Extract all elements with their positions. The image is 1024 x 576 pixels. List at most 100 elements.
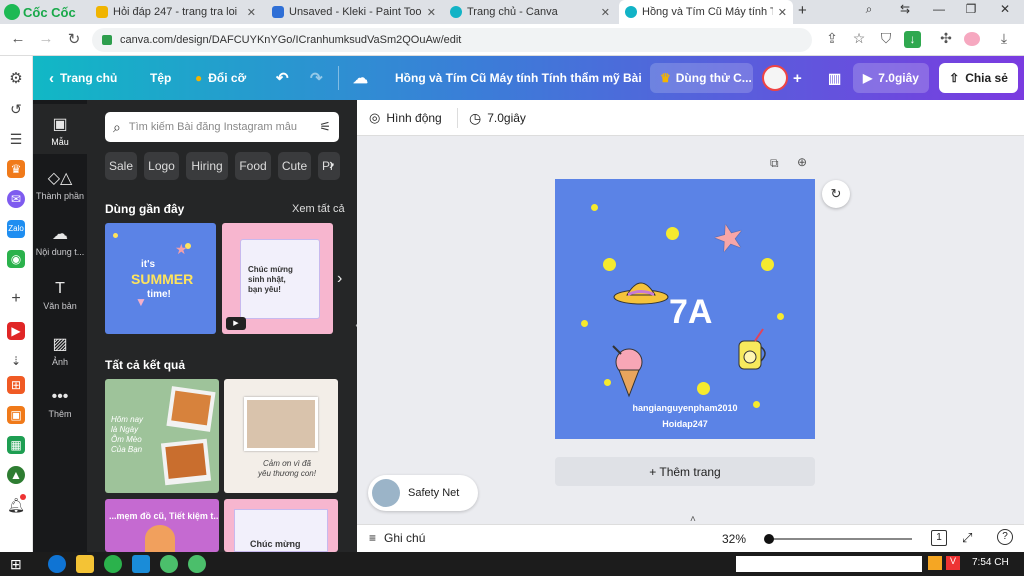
tray-vivaldi-icon[interactable]: V bbox=[946, 556, 960, 570]
chip-hiring[interactable]: Hiring bbox=[186, 152, 228, 180]
zalo-icon[interactable]: Zalo bbox=[7, 220, 25, 238]
coccoc-logo[interactable]: Cốc Cốc bbox=[4, 3, 76, 21]
design-page[interactable]: ★ 7A hangianguyenpham2010 Hoidap247 bbox=[555, 179, 815, 439]
extensions-icon[interactable]: ✣ bbox=[936, 30, 956, 47]
home-link[interactable]: ‹ Trang chủ bbox=[49, 56, 117, 100]
cloud-save-icon[interactable]: ☁ bbox=[353, 56, 368, 100]
minimize-icon[interactable]: — bbox=[926, 2, 952, 16]
avatar[interactable] bbox=[762, 65, 788, 91]
forward-icon[interactable]: → bbox=[36, 30, 56, 47]
nav-text[interactable]: T Văn bản bbox=[33, 272, 87, 322]
recent-template-summer[interactable]: it's SUMMER time! ★ ▼ bbox=[105, 223, 216, 334]
sheets-icon[interactable]: ▦ bbox=[7, 436, 25, 454]
coccoc-taskbar-icon-2[interactable] bbox=[160, 555, 178, 573]
chips-next-icon[interactable]: › bbox=[329, 156, 334, 174]
animate-button[interactable]: ◎ Hình động bbox=[369, 100, 442, 136]
app-orange-icon[interactable]: ⊞ bbox=[7, 376, 25, 394]
help-icon[interactable]: ? bbox=[997, 529, 1013, 545]
app-orange2-icon[interactable]: ▣ bbox=[7, 406, 25, 424]
fullscreen-icon[interactable]: ⤢ bbox=[962, 530, 972, 546]
chip-logo[interactable]: Logo bbox=[144, 152, 179, 180]
share-button[interactable]: ⇧ Chia sẻ bbox=[939, 63, 1018, 93]
try-pro-button[interactable]: ♛ Dùng thử C... bbox=[650, 63, 753, 93]
duplicate-page-icon[interactable]: ⧉ bbox=[770, 156, 779, 171]
author-text[interactable]: hangianguyenpham2010 bbox=[555, 403, 815, 413]
restore-tabs-icon[interactable]: ⇆ bbox=[892, 2, 918, 16]
redo-icon[interactable]: ↷ bbox=[310, 56, 323, 100]
file-explorer-icon[interactable] bbox=[76, 555, 94, 573]
site-text[interactable]: Hoidap247 bbox=[555, 419, 815, 429]
game-icon[interactable]: ◉ bbox=[7, 250, 25, 268]
history-icon[interactable]: ↺ bbox=[7, 100, 25, 118]
share-page-icon[interactable]: ⇪ bbox=[822, 30, 842, 47]
chip-sale[interactable]: Sale bbox=[105, 152, 137, 180]
chip-cute[interactable]: Cute bbox=[278, 152, 311, 180]
undo-icon[interactable]: ↶ bbox=[276, 56, 289, 100]
zoom-slider-track[interactable] bbox=[767, 538, 912, 540]
filter-icon[interactable]: ⚟ bbox=[319, 119, 331, 135]
edge-icon[interactable] bbox=[48, 555, 66, 573]
design-title[interactable]: Hồng và Tím Cũ Máy tính Tính thẩm mỹ Bài… bbox=[395, 56, 645, 100]
shield-icon[interactable]: ⛉ bbox=[876, 30, 896, 47]
analytics-icon[interactable]: ▥ bbox=[828, 56, 841, 100]
url-field[interactable]: canva.com/design/DAFCUYKnYGo/ICranhumksu… bbox=[92, 28, 812, 52]
present-button[interactable]: ▶ 7.0giây bbox=[853, 63, 929, 93]
tab-hoidap[interactable]: Hỏi đáp 247 - trang tra loi ✕ bbox=[90, 0, 262, 24]
close-icon[interactable]: ✕ bbox=[247, 6, 256, 19]
new-tab-button[interactable]: + bbox=[798, 2, 807, 19]
reload-icon[interactable]: ↻ bbox=[64, 30, 84, 48]
add-app-icon[interactable]: + bbox=[7, 290, 25, 308]
nav-templates[interactable]: ▣ Mẫu bbox=[33, 104, 87, 154]
reading-list-icon[interactable]: ☰ bbox=[7, 130, 25, 148]
file-menu[interactable]: Tệp bbox=[150, 56, 171, 100]
youtube-icon[interactable]: ▶ bbox=[7, 322, 25, 340]
recent-next-icon[interactable]: › bbox=[337, 270, 342, 288]
safety-net-widget[interactable]: Safety Net bbox=[368, 475, 478, 511]
windows-start-icon[interactable]: ⊞ bbox=[10, 556, 22, 573]
tab-canva-home[interactable]: Trang chủ - Canva ✕ bbox=[444, 0, 616, 24]
resize-button[interactable]: ● Đổi cỡ bbox=[195, 56, 246, 100]
messenger-icon[interactable]: ✉ bbox=[7, 190, 25, 208]
template-purple[interactable]: ...mẹm đồ cũ, Tiết kiệm t... bbox=[105, 499, 219, 552]
template-search-input[interactable]: ⌕ Tìm kiếm Bài đăng Instagram mẫu ⚟ bbox=[105, 112, 339, 142]
search-tabs-icon[interactable]: ⌕ bbox=[856, 2, 882, 17]
coccoc-taskbar-icon-3[interactable] bbox=[188, 555, 206, 573]
settings-gear-icon[interactable]: ⚙ bbox=[7, 70, 25, 88]
add-collaborator-button[interactable]: + bbox=[793, 56, 802, 100]
nav-uploads[interactable]: ☁ Nội dung t... bbox=[33, 216, 87, 266]
nav-elements[interactable]: ◇△ Thành phần bbox=[33, 160, 87, 210]
profile-pig-icon[interactable] bbox=[964, 32, 980, 46]
template-cat[interactable]: Hôm nay là Ngày Ôm Mèo Của Bạn bbox=[105, 379, 219, 493]
add-page-icon[interactable]: ⊕ bbox=[797, 155, 807, 169]
nav-photos[interactable]: ▨ Ảnh bbox=[33, 326, 87, 376]
nav-more[interactable]: ••• Thêm bbox=[33, 382, 87, 432]
coccoc-taskbar-icon[interactable] bbox=[104, 555, 122, 573]
app-blue-icon[interactable] bbox=[132, 555, 150, 573]
zoom-level[interactable]: 32% bbox=[722, 532, 746, 546]
back-icon[interactable]: ← bbox=[8, 30, 28, 47]
bookmark-star-icon[interactable]: ☆ bbox=[849, 30, 869, 47]
taskbar-search-box[interactable] bbox=[736, 556, 922, 572]
template-pink[interactable]: Chúc mừng bbox=[224, 499, 338, 552]
tab-kleki[interactable]: Unsaved - Kleki - Paint Tool ✕ bbox=[266, 0, 442, 24]
tray-icon[interactable] bbox=[928, 556, 942, 570]
zoom-slider-handle[interactable] bbox=[764, 534, 774, 544]
recent-template-birthday[interactable]: Chúc mừng sinh nhật, bạn yêu! ▶ bbox=[222, 223, 333, 334]
design-title-text[interactable]: 7A bbox=[669, 293, 712, 332]
duration-button[interactable]: ◷ 7.0giây bbox=[469, 100, 526, 136]
download-icon[interactable]: ↓ bbox=[904, 31, 921, 48]
maximize-icon[interactable]: ❐ bbox=[958, 2, 984, 16]
template-family[interactable]: Cảm ơn vì đã yêu thương con! bbox=[224, 379, 338, 493]
hat-icon[interactable]: ▲ bbox=[7, 466, 25, 484]
notes-button[interactable]: ≡ Ghi chú bbox=[369, 531, 425, 545]
page-count[interactable]: 1 bbox=[931, 530, 947, 546]
close-window-icon[interactable]: ✕ bbox=[992, 2, 1018, 16]
shopping-icon[interactable]: ♛ bbox=[7, 160, 25, 178]
close-icon[interactable]: ✕ bbox=[427, 6, 436, 19]
chip-food[interactable]: Food bbox=[235, 152, 271, 180]
close-icon[interactable]: ✕ bbox=[601, 6, 610, 19]
download-sidebar-icon[interactable]: ⇣ bbox=[7, 352, 25, 370]
see-all-link[interactable]: Xem tất cả bbox=[292, 203, 345, 215]
tab-canva-design[interactable]: Hồng và Tím Cũ Máy tính Tí ✕ bbox=[619, 0, 793, 24]
close-icon[interactable]: ✕ bbox=[778, 6, 787, 19]
